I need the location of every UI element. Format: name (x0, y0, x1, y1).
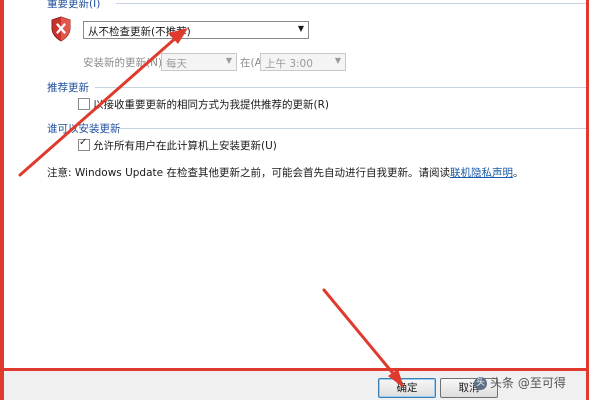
annotation-arrow-top (18, 28, 188, 177)
annotation-arrows (18, 28, 404, 388)
annotation-arrow-bottom (322, 288, 404, 388)
